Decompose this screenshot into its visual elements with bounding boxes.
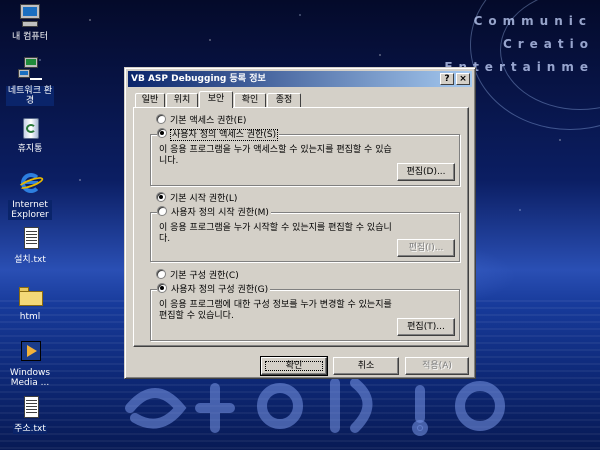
desktop-icon-internet-explorer[interactable]: Internet Explorer [0,170,60,220]
windows-media-icon [16,338,44,366]
desktop-icon-label: 주소.txt [13,424,47,434]
radio-indicator [157,206,167,216]
dialog-title: VB ASP Debugging 등록 정보 [131,74,266,84]
desktop-icon-my-computer[interactable]: 내 컴퓨터 [0,2,60,42]
radio-default-access[interactable]: 기본 액세스 권한(E) [156,114,246,126]
text-file-icon [16,225,44,253]
launch-description: 이 응용 프로그램을 누가 시작할 수 있는지를 편집할 수 있습니다. [159,223,392,244]
close-button[interactable]: × [456,73,470,85]
edit-config-button[interactable]: 편집(T)... [397,318,455,336]
desktop-icon-label: 휴지통 [17,144,43,154]
desktop-icon-label: 네트워크 환경 [6,86,54,106]
radio-label: 사용자 정의 액세스 권한(S) [169,129,279,141]
my-computer-icon [16,2,44,30]
desktop-icon-windows-media[interactable]: Windows Media ... [0,338,60,388]
internet-explorer-icon [16,170,45,198]
radio-indicator [156,114,166,124]
tab-general[interactable]: 일반 [135,93,165,107]
wallpaper-brand-line: Creatio [502,37,594,51]
group-custom-config: 사용자 정의 구성 권한(G) 이 응용 프로그램에 대한 구성 정보를 누가 … [150,283,460,341]
edit-access-button[interactable]: 편집(D)... [397,163,455,181]
desktop-icon-label: 설치.txt [14,255,46,265]
radio-default-launch[interactable]: 기본 시작 권한(L) [156,192,237,204]
desktop-icon-label: Internet Explorer [8,200,52,220]
security-tab-panel: 기본 액세스 권한(E) 사용자 정의 액세스 권한(S) 이 응용 프로그램을… [133,107,469,347]
radio-label: 기본 액세스 권한(E) [170,116,247,126]
wallpaper-brand-line: Communic [473,14,592,28]
apply-button[interactable]: 적용(A) [405,357,469,375]
radio-label: 기본 구성 권한(C) [170,271,239,281]
desktop-icon-html-folder[interactable]: html [0,282,60,322]
desktop-icon-setup-txt[interactable]: 설치.txt [0,225,60,265]
config-description: 이 응용 프로그램에 대한 구성 정보를 누가 변경할 수 있는지를 편집할 수… [159,300,392,321]
ok-button[interactable]: 확인 [260,356,328,376]
folder-icon [16,282,44,310]
tab-identity[interactable]: 확인 [234,93,266,107]
radio-label: 사용자 정의 구성 권한(G) [171,285,269,295]
radio-indicator [157,128,167,138]
radio-label: 사용자 정의 시작 권한(M) [171,208,269,218]
radio-custom-access[interactable]: 사용자 정의 액세스 권한(S) [157,128,280,141]
radio-label: 기본 시작 권한(L) [170,194,238,204]
group-custom-access: 사용자 정의 액세스 권한(S) 이 응용 프로그램을 누가 액세스할 수 있는… [150,128,460,186]
group-custom-launch: 사용자 정의 시작 권한(M) 이 응용 프로그램을 누가 시작할 수 있는지를… [150,206,460,262]
desktop-icon-label: Windows Media ... [9,368,51,388]
properties-dialog: VB ASP Debugging 등록 정보 ? × 일반 위치 보안 확인 종… [124,67,476,379]
text-file-icon [16,394,44,422]
help-button[interactable]: ? [440,73,454,85]
cancel-button[interactable]: 취소 [333,357,399,375]
radio-indicator [156,192,166,202]
edit-launch-button[interactable]: 편집(I)... [397,239,455,257]
radio-indicator [156,269,166,279]
tab-security[interactable]: 보안 [199,91,233,108]
desktop-icon-label: 내 컴퓨터 [12,32,48,42]
network-icon [16,56,44,84]
tab-location[interactable]: 위치 [166,93,198,107]
radio-custom-launch[interactable]: 사용자 정의 시작 권한(M) [157,206,271,218]
radio-default-config[interactable]: 기본 구성 권한(C) [156,269,239,281]
desktop-icon-label: html [19,312,41,322]
access-description: 이 응용 프로그램을 누가 액세스할 수 있는지를 편집할 수 있습니다. [159,145,392,166]
ok-button-label: 확인 [262,358,326,374]
tab-endpoints[interactable]: 종정 [267,93,301,107]
desktop-icon-recycle-bin[interactable]: 휴지통 [0,114,60,154]
desktop-icon-network[interactable]: 네트워크 환경 [0,56,60,106]
radio-custom-config[interactable]: 사용자 정의 구성 권한(G) [157,283,271,295]
dialog-titlebar[interactable]: VB ASP Debugging 등록 정보 ? × [128,71,472,87]
recycle-bin-icon [16,114,44,142]
desktop-icon-address-txt[interactable]: 주소.txt [0,394,60,434]
radio-indicator [157,283,167,293]
